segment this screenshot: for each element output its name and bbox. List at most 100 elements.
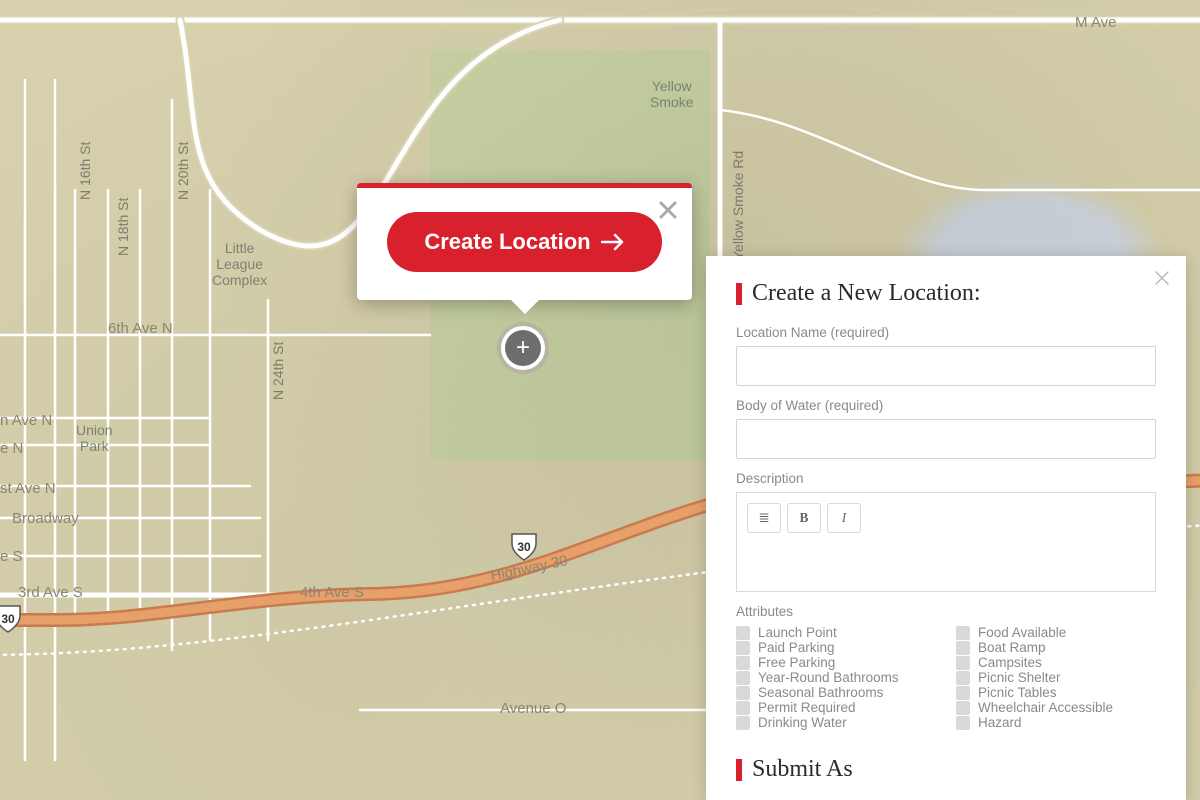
attr-checkbox[interactable]: Seasonal Bathrooms — [736, 685, 936, 700]
feature-label: Union Park — [76, 422, 113, 454]
checkbox-icon — [736, 626, 750, 640]
highway-shield: 30 — [0, 604, 22, 634]
checkbox-icon — [956, 701, 970, 715]
attr-checkbox[interactable]: Hazard — [956, 715, 1156, 730]
attr-checkbox[interactable]: Free Parking — [736, 655, 936, 670]
location-name-label: Location Name (required) — [736, 325, 1156, 340]
road-label: n Ave N — [0, 412, 52, 429]
t: Complex — [212, 272, 267, 288]
checkbox-icon — [956, 671, 970, 685]
attr-checkbox[interactable]: Wheelchair Accessible — [956, 700, 1156, 715]
create-location-label: Create Location — [424, 229, 590, 255]
create-location-popover: Create Location — [357, 183, 692, 300]
road-label: M Ave — [1075, 14, 1116, 31]
chk-label: Paid Parking — [758, 640, 835, 655]
close-icon[interactable] — [1154, 270, 1170, 291]
road-label: Yellow Smoke Rd — [730, 151, 746, 260]
attr-checkbox[interactable]: Food Available — [956, 625, 1156, 640]
road-label: Avenue O — [500, 700, 566, 717]
chk-label: Wheelchair Accessible — [978, 700, 1113, 715]
chk-label: Picnic Tables — [978, 685, 1057, 700]
panel-title: Create a New Location: — [736, 280, 1156, 307]
checkbox-icon — [736, 671, 750, 685]
checkbox-icon — [736, 656, 750, 670]
road-label: Broadway — [12, 510, 79, 527]
dropped-pin[interactable] — [497, 322, 549, 374]
map-viewport[interactable]: M Ave Yellow Smoke Yellow Smoke Rd Littl… — [0, 0, 1200, 800]
close-icon[interactable] — [658, 200, 678, 225]
attr-checkbox[interactable]: Campsites — [956, 655, 1156, 670]
create-location-button[interactable]: Create Location — [387, 212, 662, 272]
bold-button[interactable]: B — [787, 503, 821, 533]
list-button[interactable]: ≣ — [747, 503, 781, 533]
road-label: st Ave N — [0, 480, 56, 497]
road-label: N 16th St — [77, 142, 93, 200]
bold-icon: B — [800, 510, 809, 526]
attr-checkbox[interactable]: Boat Ramp — [956, 640, 1156, 655]
italic-button[interactable]: I — [827, 503, 861, 533]
road-label: N 24th St — [270, 342, 286, 400]
t: Yellow — [652, 78, 692, 94]
attr-checkbox[interactable]: Picnic Tables — [956, 685, 1156, 700]
checkbox-icon — [956, 716, 970, 730]
road-label: N 18th St — [115, 198, 131, 256]
chk-label: Permit Required — [758, 700, 856, 715]
chk-label: Boat Ramp — [978, 640, 1046, 655]
chk-label: Food Available — [978, 625, 1066, 640]
t: Union — [76, 422, 113, 438]
chk-label: Free Parking — [758, 655, 835, 670]
body-of-water-label: Body of Water (required) — [736, 398, 1156, 413]
editor-toolbar: ≣ B I — [747, 503, 1145, 533]
attr-checkbox[interactable]: Permit Required — [736, 700, 936, 715]
highway-shield: 30 — [510, 532, 538, 562]
road-label: 6th Ave N — [108, 320, 173, 337]
checkbox-icon — [736, 686, 750, 700]
feature-label: Little League Complex — [212, 240, 267, 288]
chk-label: Campsites — [978, 655, 1042, 670]
checkbox-icon — [736, 641, 750, 655]
checkbox-icon — [956, 641, 970, 655]
t: Park — [80, 438, 109, 454]
description-editor[interactable]: ≣ B I — [736, 492, 1156, 592]
checkbox-icon — [956, 686, 970, 700]
chk-label: Drinking Water — [758, 715, 847, 730]
attr-checkbox[interactable]: Launch Point — [736, 625, 936, 640]
t: League — [216, 256, 263, 272]
attr-checkbox[interactable]: Drinking Water — [736, 715, 936, 730]
checkbox-icon — [736, 716, 750, 730]
road-label: N 20th St — [175, 142, 191, 200]
plus-icon — [505, 330, 541, 366]
shield-number: 30 — [510, 532, 538, 562]
feature-label: Yellow Smoke — [650, 78, 694, 110]
chk-label: Year-Round Bathrooms — [758, 670, 899, 685]
attr-checkbox[interactable]: Paid Parking — [736, 640, 936, 655]
attributes-label: Attributes — [736, 604, 1156, 619]
attr-checkbox[interactable]: Picnic Shelter — [956, 670, 1156, 685]
t: Submit As — [752, 756, 853, 783]
chk-label: Seasonal Bathrooms — [758, 685, 883, 700]
submit-as-title: Submit As — [736, 756, 1156, 783]
chk-label: Picnic Shelter — [978, 670, 1061, 685]
road-label: 4th Ave S — [300, 584, 364, 601]
create-location-panel: Create a New Location: Location Name (re… — [706, 256, 1186, 800]
road-label: e N — [0, 440, 23, 457]
chk-label: Hazard — [978, 715, 1022, 730]
checkbox-icon — [736, 701, 750, 715]
t: Create a New Location: — [752, 280, 981, 307]
italic-icon: I — [842, 510, 846, 526]
location-name-input[interactable] — [736, 346, 1156, 386]
arrow-right-icon — [601, 233, 625, 251]
t: Smoke — [650, 94, 694, 110]
road-label: 3rd Ave S — [18, 584, 83, 601]
shield-number: 30 — [0, 604, 22, 634]
t: Little — [225, 240, 255, 256]
list-icon: ≣ — [758, 510, 769, 526]
attributes-grid: Launch Point Paid Parking Free Parking Y… — [736, 625, 1156, 730]
chk-label: Launch Point — [758, 625, 837, 640]
attr-checkbox[interactable]: Year-Round Bathrooms — [736, 670, 936, 685]
description-label: Description — [736, 471, 1156, 486]
checkbox-icon — [956, 626, 970, 640]
road-label: e S — [0, 548, 23, 565]
body-of-water-input[interactable] — [736, 419, 1156, 459]
checkbox-icon — [956, 656, 970, 670]
